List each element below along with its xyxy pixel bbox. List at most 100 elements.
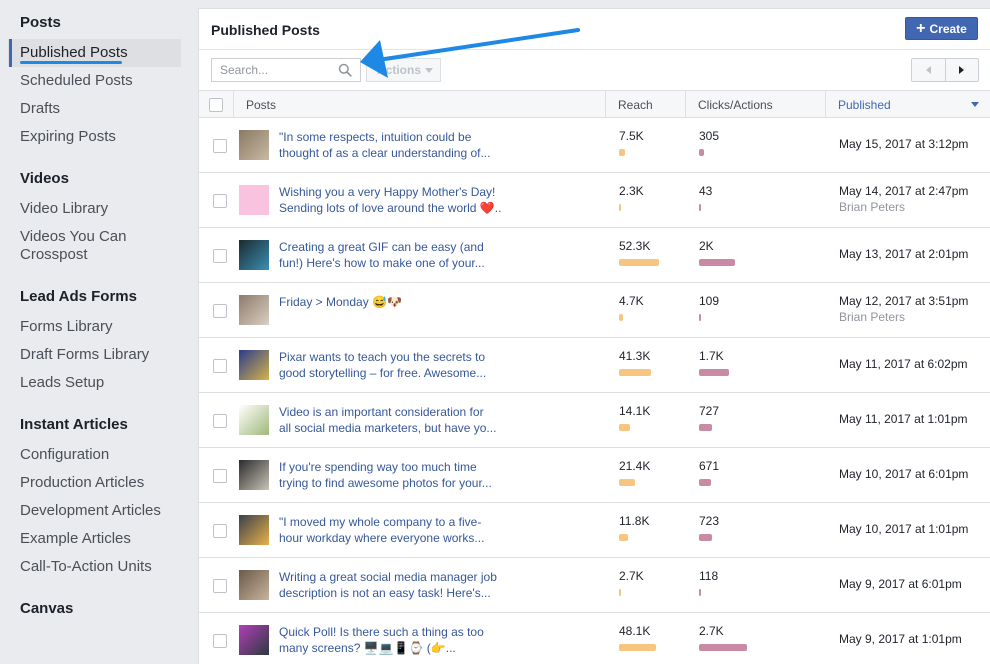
posts-table-body: "In some respects, intuition could be tho…: [199, 118, 990, 664]
sidebar-item-call-to-action-units[interactable]: Call-To-Action Units: [20, 558, 152, 576]
table-row[interactable]: "I moved my whole company to a five-hour…: [199, 503, 990, 558]
table-row[interactable]: Video is an important consideration for a…: [199, 393, 990, 448]
table-row[interactable]: "In some respects, intuition could be tho…: [199, 118, 990, 173]
post-link[interactable]: Video is an important consideration for a…: [279, 404, 579, 436]
actions-dropdown[interactable]: Actions: [366, 58, 441, 82]
clicks-value: 2K: [699, 239, 714, 253]
row-checkbox[interactable]: [213, 139, 227, 153]
clicks-bar: [699, 314, 701, 321]
row-checkbox[interactable]: [213, 634, 227, 648]
sidebar: Posts Published Posts Scheduled Posts Dr…: [0, 0, 198, 664]
row-checkbox[interactable]: [213, 414, 227, 428]
post-thumbnail[interactable]: [239, 185, 269, 215]
post-thumbnail[interactable]: [239, 515, 269, 545]
table-row[interactable]: Writing a great social media manager job…: [199, 558, 990, 613]
table-row[interactable]: Wishing you a very Happy Mother's Day! Se…: [199, 173, 990, 228]
table-row[interactable]: Quick Poll! Is there such a thing as too…: [199, 613, 990, 664]
post-thumbnail[interactable]: [239, 460, 269, 490]
row-checkbox[interactable]: [213, 249, 227, 263]
sidebar-item-configuration[interactable]: Configuration: [20, 446, 109, 464]
post-thumbnail[interactable]: [239, 350, 269, 380]
sidebar-heading-canvas[interactable]: Canvas: [20, 600, 73, 617]
reach-bar: [619, 534, 628, 541]
post-thumbnail[interactable]: [239, 405, 269, 435]
post-thumbnail[interactable]: [239, 130, 269, 160]
reach-value: 2.3K: [619, 184, 644, 198]
clicks-value: 1.7K: [699, 349, 724, 363]
sidebar-item-example-articles[interactable]: Example Articles: [20, 530, 131, 548]
post-text-line1: Video is an important consideration for: [279, 405, 484, 419]
post-thumbnail[interactable]: [239, 570, 269, 600]
column-header-published[interactable]: Published: [826, 91, 990, 118]
clicks-bar: [699, 424, 712, 431]
reach-value: 41.3K: [619, 349, 651, 363]
reach-value: 14.1K: [619, 404, 651, 418]
published-posts-panel: Published Posts + Create Actions Posts R…: [198, 8, 990, 664]
sidebar-item-forms-library[interactable]: Forms Library: [20, 318, 113, 336]
row-checkbox[interactable]: [213, 194, 227, 208]
row-checkbox[interactable]: [213, 469, 227, 483]
select-all-checkbox[interactable]: [209, 97, 223, 112]
sidebar-item-published-posts[interactable]: Published Posts: [20, 44, 128, 62]
reach-bar: [619, 314, 623, 321]
create-button[interactable]: + Create: [905, 17, 978, 40]
sidebar-item-leads-setup[interactable]: Leads Setup: [20, 374, 104, 392]
sidebar-item-expiring-posts[interactable]: Expiring Posts: [20, 128, 116, 146]
published-date: May 9, 2017 at 6:01pm: [839, 577, 962, 591]
row-checkbox[interactable]: [213, 304, 227, 318]
row-checkbox[interactable]: [213, 359, 227, 373]
post-text-line1: "In some respects, intuition could be: [279, 130, 472, 144]
sidebar-item-scheduled-posts[interactable]: Scheduled Posts: [20, 72, 133, 90]
post-link[interactable]: Creating a great GIF can be easy (and fun…: [279, 239, 579, 271]
row-checkbox[interactable]: [213, 579, 227, 593]
search-box: [211, 58, 361, 82]
clicks-value: 109: [699, 294, 720, 308]
reach-bar: [619, 424, 630, 431]
chevron-right-icon: [959, 66, 965, 74]
annotation-underline: [20, 61, 122, 64]
post-link[interactable]: Friday > Monday 😅🐶: [279, 294, 579, 310]
post-author[interactable]: Brian Peters: [839, 310, 905, 324]
post-link[interactable]: Quick Poll! Is there such a thing as too…: [279, 624, 579, 656]
sidebar-item-drafts[interactable]: Drafts: [20, 100, 60, 118]
sort-descending-icon[interactable]: [971, 102, 979, 107]
clicks-bar: [699, 149, 704, 156]
sidebar-item-draft-forms-library[interactable]: Draft Forms Library: [20, 346, 149, 364]
sidebar-item-video-library[interactable]: Video Library: [20, 200, 108, 218]
sidebar-heading-posts: Posts: [20, 14, 61, 31]
table-row[interactable]: Friday > Monday 😅🐶 4.7K 109 May 12, 2017 at…: [199, 283, 990, 338]
search-icon[interactable]: [338, 63, 352, 77]
table-row[interactable]: Pixar wants to teach you the secrets to g…: [199, 338, 990, 393]
next-page-button[interactable]: [946, 59, 979, 81]
post-text-line1: Friday > Monday 😅🐶: [279, 295, 402, 309]
post-link[interactable]: Writing a great social media manager job…: [279, 569, 579, 601]
table-row[interactable]: If you're spending way too much time tryi…: [199, 448, 990, 503]
post-text-line1: Wishing you a very Happy Mother's Day!: [279, 185, 496, 199]
search-input[interactable]: [212, 59, 332, 81]
reach-value: 4.7K: [619, 294, 644, 308]
post-text-line1: Creating a great GIF can be easy (and: [279, 240, 484, 254]
post-text-line1: Pixar wants to teach you the secrets to: [279, 350, 486, 364]
column-header-published-label: Published: [838, 97, 891, 112]
table-row[interactable]: Creating a great GIF can be easy (and fun…: [199, 228, 990, 283]
post-link[interactable]: "I moved my whole company to a five-hour…: [279, 514, 579, 546]
previous-page-button[interactable]: [912, 59, 946, 81]
post-text-line1: If you're spending way too much time: [279, 460, 477, 474]
post-link[interactable]: "In some respects, intuition could be tho…: [279, 129, 579, 161]
sidebar-active-indicator: [9, 39, 12, 67]
post-link[interactable]: If you're spending way too much time tryi…: [279, 459, 579, 491]
sidebar-item-videos-crosspost[interactable]: Videos You Can Crosspost: [20, 228, 127, 264]
column-header-reach[interactable]: Reach: [606, 91, 686, 118]
post-thumbnail[interactable]: [239, 240, 269, 270]
sidebar-item-production-articles[interactable]: Production Articles: [20, 474, 144, 492]
published-date: May 10, 2017 at 6:01pm: [839, 467, 969, 481]
post-link[interactable]: Pixar wants to teach you the secrets to g…: [279, 349, 579, 381]
post-author[interactable]: Brian Peters: [839, 200, 905, 214]
post-thumbnail[interactable]: [239, 625, 269, 655]
row-checkbox[interactable]: [213, 524, 227, 538]
column-header-clicks-actions[interactable]: Clicks/Actions: [686, 91, 826, 118]
post-thumbnail[interactable]: [239, 295, 269, 325]
column-header-posts[interactable]: Posts: [234, 91, 606, 118]
post-link[interactable]: Wishing you a very Happy Mother's Day! Se…: [279, 184, 579, 216]
sidebar-item-development-articles[interactable]: Development Articles: [20, 502, 161, 520]
